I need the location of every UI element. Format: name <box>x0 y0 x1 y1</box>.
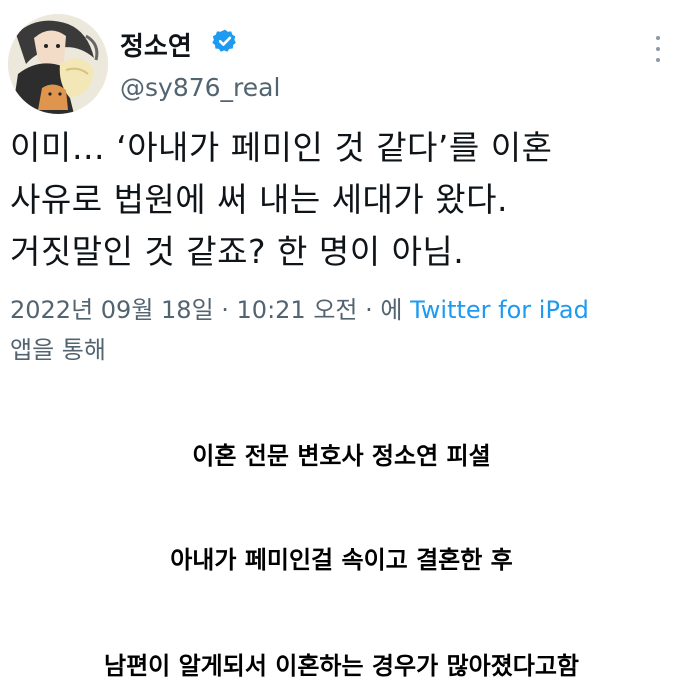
avatar-illustration-icon <box>8 14 108 114</box>
tweet-text-line: 거짓말인 것 같죠? 한 명이 아님. <box>10 232 465 271</box>
author-handle[interactable]: @sy876_real <box>120 73 280 102</box>
author-display-name[interactable]: 정소연 <box>120 26 192 63</box>
caption-line: 남편이 알게되서 이혼하는 경우가 많아졌다고함 <box>103 652 580 680</box>
tweet-text: 이미… ‘아내가 페미인 것 같다’를 이혼 사유로 법원에 써 내는 세대가 … <box>10 122 680 278</box>
tweet-text-line: 이미… ‘아내가 페미인 것 같다’를 이혼 <box>10 128 553 167</box>
author-avatar[interactable] <box>8 14 108 114</box>
caption-line: 이혼 전문 변호사 정소연 피셜 <box>192 442 491 470</box>
verified-badge-icon <box>212 29 236 52</box>
tweet-timestamp[interactable]: 2022년 09월 18일 · 10:21 오전 · 에 <box>10 296 402 324</box>
more-options-icon[interactable] <box>652 36 664 62</box>
tweet-card: 정소연 @sy876_real 이미… ‘아내가 페미인 것 같다’를 이혼 사… <box>0 0 683 370</box>
tweet-text-line: 사유로 법원에 써 내는 세대가 왔다. <box>10 180 508 219</box>
tweet-source-link[interactable]: Twitter for iPad <box>410 296 589 324</box>
tweet-metadata: 2022년 09월 18일 · 10:21 오전 · 에 Twitter for… <box>10 290 680 370</box>
caption-line: 아내가 페미인걸 속이고 결혼한 후 <box>170 546 513 574</box>
tweet-source-suffix: 앱을 통해 <box>10 336 106 364</box>
